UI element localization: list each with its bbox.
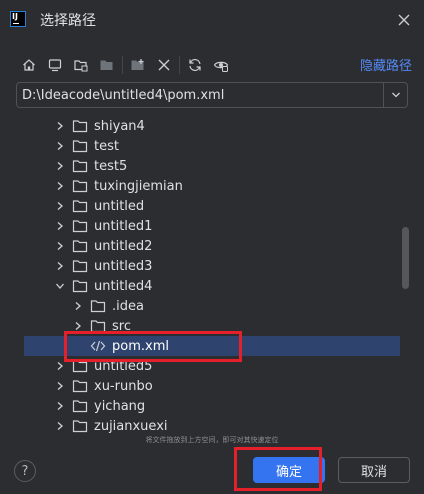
- home-icon: [23, 59, 35, 71]
- tree-folder-row[interactable]: untitled: [24, 196, 400, 216]
- tree-item-label: test: [94, 138, 119, 154]
- chevron-right-icon[interactable]: [54, 140, 66, 152]
- chevron-right-icon[interactable]: [54, 180, 66, 192]
- folder-icon: [72, 259, 88, 273]
- chevron-right-icon[interactable]: [54, 260, 66, 272]
- new-folder-icon: [131, 59, 144, 70]
- hide-path-link[interactable]: 隐藏路径: [360, 55, 412, 74]
- tree-folder-row[interactable]: .idea: [24, 296, 400, 316]
- tree-file-row-selected[interactable]: pom.xml: [24, 336, 400, 356]
- file-tree: shiyan4 test test5 tuxingjiemian untitle…: [0, 114, 424, 434]
- tree-item-label: untitled4: [94, 278, 153, 294]
- tree-scrollbar-thumb[interactable]: [402, 227, 409, 289]
- path-dropdown-button[interactable]: [383, 83, 407, 107]
- tree-item-label: .idea: [112, 298, 144, 314]
- tree-folder-row[interactable]: zujianxuexi: [24, 416, 400, 434]
- tree-folder-row[interactable]: test5: [24, 156, 400, 176]
- chevron-down-icon[interactable]: [54, 280, 66, 292]
- folder-icon: [72, 159, 88, 173]
- tree-folder-row[interactable]: xu-runbo: [24, 376, 400, 396]
- toolbar-separator: [122, 56, 123, 74]
- desktop-button[interactable]: [42, 53, 68, 77]
- folder-icon: [72, 359, 88, 373]
- chevron-right-icon[interactable]: [54, 400, 66, 412]
- show-hidden-button[interactable]: [208, 53, 234, 77]
- tree-item-label: shiyan4: [94, 118, 145, 134]
- chevron-right-icon[interactable]: [54, 160, 66, 172]
- module-button[interactable]: [94, 53, 120, 77]
- tree-folder-row[interactable]: test: [24, 136, 400, 156]
- tree-folder-row[interactable]: untitled5: [24, 356, 400, 376]
- chevron-right-icon[interactable]: [72, 320, 84, 332]
- toolbar: [16, 52, 412, 78]
- folder-icon: [72, 279, 88, 293]
- chevron-right-icon[interactable]: [72, 300, 84, 312]
- folder-icon: [72, 419, 88, 433]
- folder-icon: [72, 119, 88, 133]
- chevron-right-icon[interactable]: [54, 380, 66, 392]
- tree-folder-row[interactable]: tuxingjiemian: [24, 176, 400, 196]
- chevron-right-icon[interactable]: [54, 220, 66, 232]
- tree-folder-row[interactable]: shiyan4: [24, 116, 400, 136]
- folder-icon: [72, 199, 88, 213]
- folder-icon: [90, 319, 106, 333]
- tree-item-label: xu-runbo: [94, 378, 153, 394]
- project-button[interactable]: [68, 53, 94, 77]
- drag-drop-hint: 将文件拖放到上方空间，即可对其快速定位: [145, 436, 279, 444]
- chevron-right-icon[interactable]: [54, 240, 66, 252]
- folder-icon: [72, 379, 88, 393]
- tree-item-label: untitled3: [94, 258, 153, 274]
- delete-icon: [158, 59, 170, 71]
- chevron-right-icon[interactable]: [54, 200, 66, 212]
- tree-folder-row-expanded[interactable]: untitled4: [24, 276, 400, 296]
- tree-item-label: pom.xml: [112, 338, 169, 354]
- home-button[interactable]: [16, 53, 42, 77]
- refresh-icon: [189, 59, 201, 71]
- tree-folder-row[interactable]: untitled3: [24, 256, 400, 276]
- tree-item-label: tuxingjiemian: [94, 178, 183, 194]
- chevron-down-icon: [391, 92, 400, 98]
- tree-folder-row[interactable]: untitled1: [24, 216, 400, 236]
- desktop-icon: [48, 59, 62, 72]
- tree-folder-row[interactable]: untitled2: [24, 236, 400, 256]
- tree-folder-row[interactable]: src: [24, 316, 400, 336]
- tree-item-label: test5: [94, 158, 128, 174]
- chevron-right-icon[interactable]: [54, 120, 66, 132]
- tree-item-label: untitled: [94, 198, 145, 214]
- title-bar: IJ 选择路径: [0, 0, 424, 40]
- dialog-title: 选择路径: [40, 13, 96, 29]
- tree-item-label: yichang: [94, 398, 146, 414]
- tree-item-label: zujianxuexi: [94, 418, 168, 434]
- project-icon: [74, 60, 88, 72]
- delete-button[interactable]: [151, 53, 177, 77]
- toolbar-separator: [179, 56, 180, 74]
- help-button[interactable]: ?: [14, 460, 36, 482]
- path-combobox: [16, 82, 408, 108]
- folder-icon: [72, 219, 88, 233]
- close-button[interactable]: [394, 10, 414, 30]
- tree-item-label: untitled2: [94, 238, 153, 254]
- folder-icon: [72, 139, 88, 153]
- tree-folder-row[interactable]: yichang: [24, 396, 400, 416]
- path-input[interactable]: [17, 83, 383, 107]
- folder-icon: [72, 239, 88, 253]
- new-folder-button[interactable]: [125, 53, 151, 77]
- refresh-button[interactable]: [182, 53, 208, 77]
- chevron-right-icon[interactable]: [54, 360, 66, 372]
- ok-button[interactable]: 确定: [253, 457, 325, 483]
- folder-icon: [72, 179, 88, 193]
- tree-item-label: untitled5: [94, 358, 153, 374]
- tree-item-label: src: [112, 318, 131, 334]
- close-icon: [398, 14, 410, 26]
- tree-item-label: untitled1: [94, 218, 153, 234]
- cancel-button[interactable]: 取消: [338, 457, 410, 483]
- xml-file-icon: [90, 339, 106, 353]
- folder-icon: [72, 399, 88, 413]
- show-hidden-icon: [213, 61, 229, 72]
- folder-icon: [90, 299, 106, 313]
- intellij-logo-icon: IJ: [10, 11, 26, 27]
- chevron-right-icon[interactable]: [54, 420, 66, 432]
- module-icon: [100, 60, 113, 70]
